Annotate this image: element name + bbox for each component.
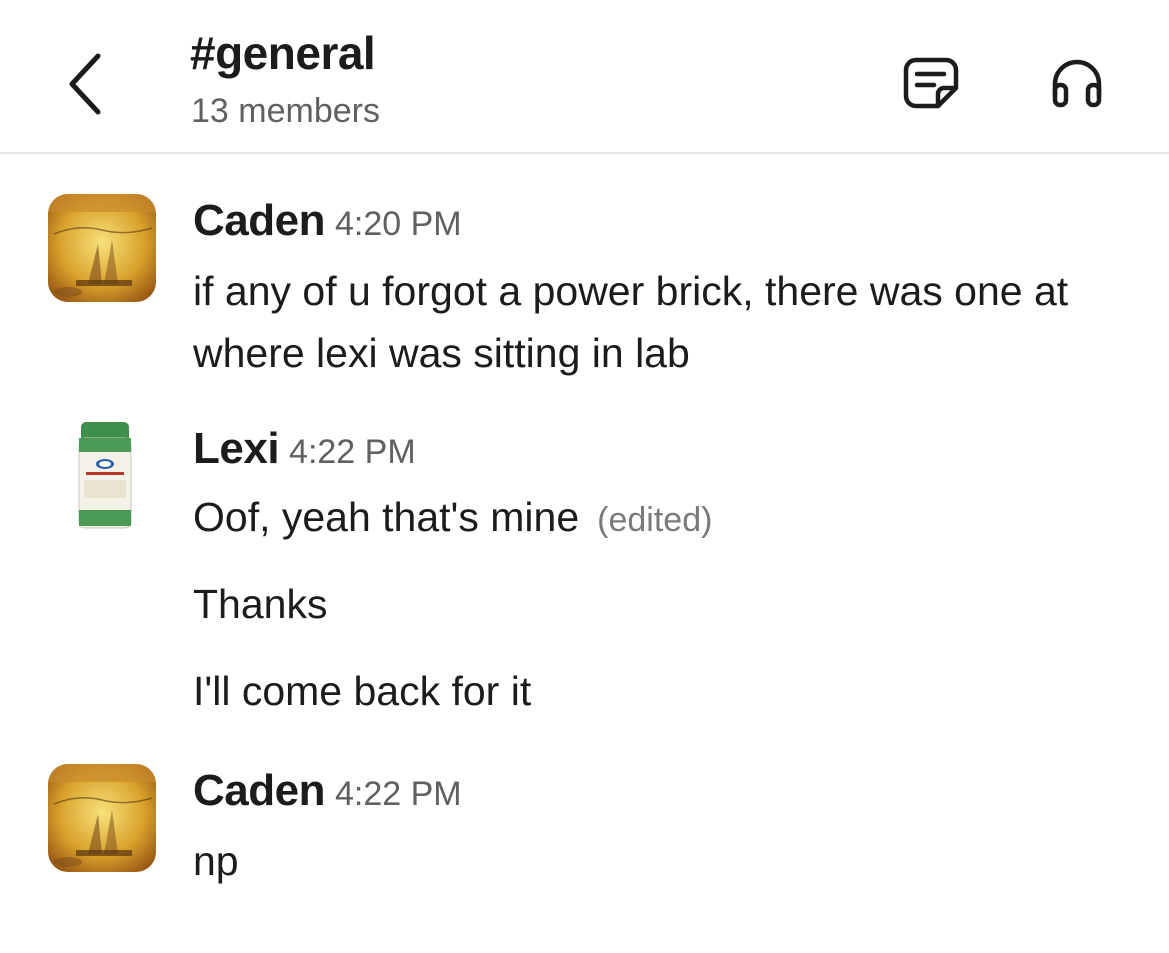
album-cover-avatar xyxy=(48,194,156,302)
avatar[interactable] xyxy=(48,194,156,302)
message-text: if any of u forgot a power brick, there … xyxy=(193,268,1069,376)
canvas-notes-icon[interactable] xyxy=(902,54,960,112)
message-text: Thanks xyxy=(193,581,328,627)
timestamp[interactable]: 4:22 PM xyxy=(289,433,416,471)
channel-title[interactable]: #general xyxy=(190,26,376,80)
message-text: np xyxy=(193,838,239,884)
album-cover-avatar xyxy=(48,764,156,872)
message-line: Oof, yeah that's mine xyxy=(193,494,580,540)
chevron-left-icon[interactable] xyxy=(58,44,118,124)
headphones-icon[interactable] xyxy=(1048,54,1106,112)
channel-header: #general 13 members xyxy=(0,0,1169,154)
timestamp[interactable]: 4:20 PM xyxy=(335,205,462,243)
avatar[interactable] xyxy=(48,764,156,872)
sender-name[interactable]: Lexi xyxy=(193,424,280,473)
avatar[interactable] xyxy=(78,422,132,530)
message-text: Oof, yeah that's mine (edited) xyxy=(193,486,1133,551)
sender-name[interactable]: Caden xyxy=(193,766,325,815)
member-count[interactable]: 13 members xyxy=(191,92,380,131)
edited-label: (edited) xyxy=(597,501,713,539)
message-text: I'll come back for it xyxy=(193,668,532,714)
timestamp[interactable]: 4:22 PM xyxy=(335,775,462,813)
parmesan-cheese-avatar xyxy=(78,422,132,529)
sender-name[interactable]: Caden xyxy=(193,196,325,245)
